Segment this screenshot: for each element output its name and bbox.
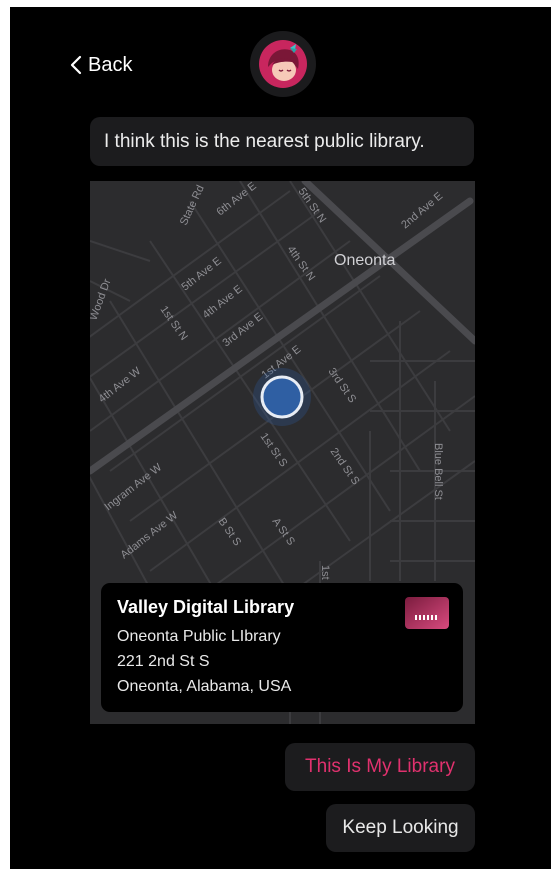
assistant-avatar	[250, 31, 316, 97]
label-adams-ave-w: Adams Ave W	[118, 509, 180, 561]
screen: Back I think this is the nearest public …	[10, 7, 551, 869]
library-address: 221 2nd St S	[117, 653, 210, 670]
library-card-icon	[405, 597, 449, 629]
current-location	[253, 368, 311, 426]
label-b-st-s: B St S	[216, 516, 244, 548]
this-is-my-library-button[interactable]: This Is My Library	[285, 743, 475, 791]
library-card[interactable]: Valley Digital Library Oneonta Public LI…	[101, 583, 463, 712]
label-1st-st-s: 1st St S	[258, 431, 290, 469]
library-branch: Oneonta Public LIbrary	[117, 628, 281, 645]
message-text: I think this is the nearest public libra…	[104, 130, 425, 152]
label-4th-ave-w: 4th Ave W	[96, 365, 143, 406]
keep-looking-label: Keep Looking	[342, 817, 459, 838]
library-city: Oneonta, Alabama, USA	[117, 678, 292, 695]
library-name: Valley Digital Library	[117, 597, 295, 617]
label-blue-bell-st: Blue Bell St	[432, 443, 444, 500]
map-view[interactable]: State Rd 6th Ave E 5th St N 2nd Ave E On…	[90, 181, 475, 724]
chevron-left-icon	[70, 55, 82, 75]
label-5th-ave-e: 5th Ave E	[179, 255, 223, 293]
label-1st: 1st	[319, 565, 331, 580]
keep-looking-button[interactable]: Keep Looking	[326, 804, 475, 852]
assistant-message: I think this is the nearest public libra…	[90, 117, 474, 166]
label-4th-ave-e: 4th Ave E	[200, 283, 244, 321]
label-2nd-st-s: 2nd St S	[328, 446, 362, 487]
label-oneonta: Oneonta	[334, 252, 395, 269]
back-button[interactable]: Back	[70, 51, 132, 79]
major-roads	[90, 181, 475, 475]
label-3rd-st-s: 3rd St S	[326, 366, 359, 405]
back-label: Back	[88, 53, 133, 76]
libby-avatar-icon	[259, 40, 307, 88]
confirm-label: This Is My Library	[305, 756, 455, 777]
